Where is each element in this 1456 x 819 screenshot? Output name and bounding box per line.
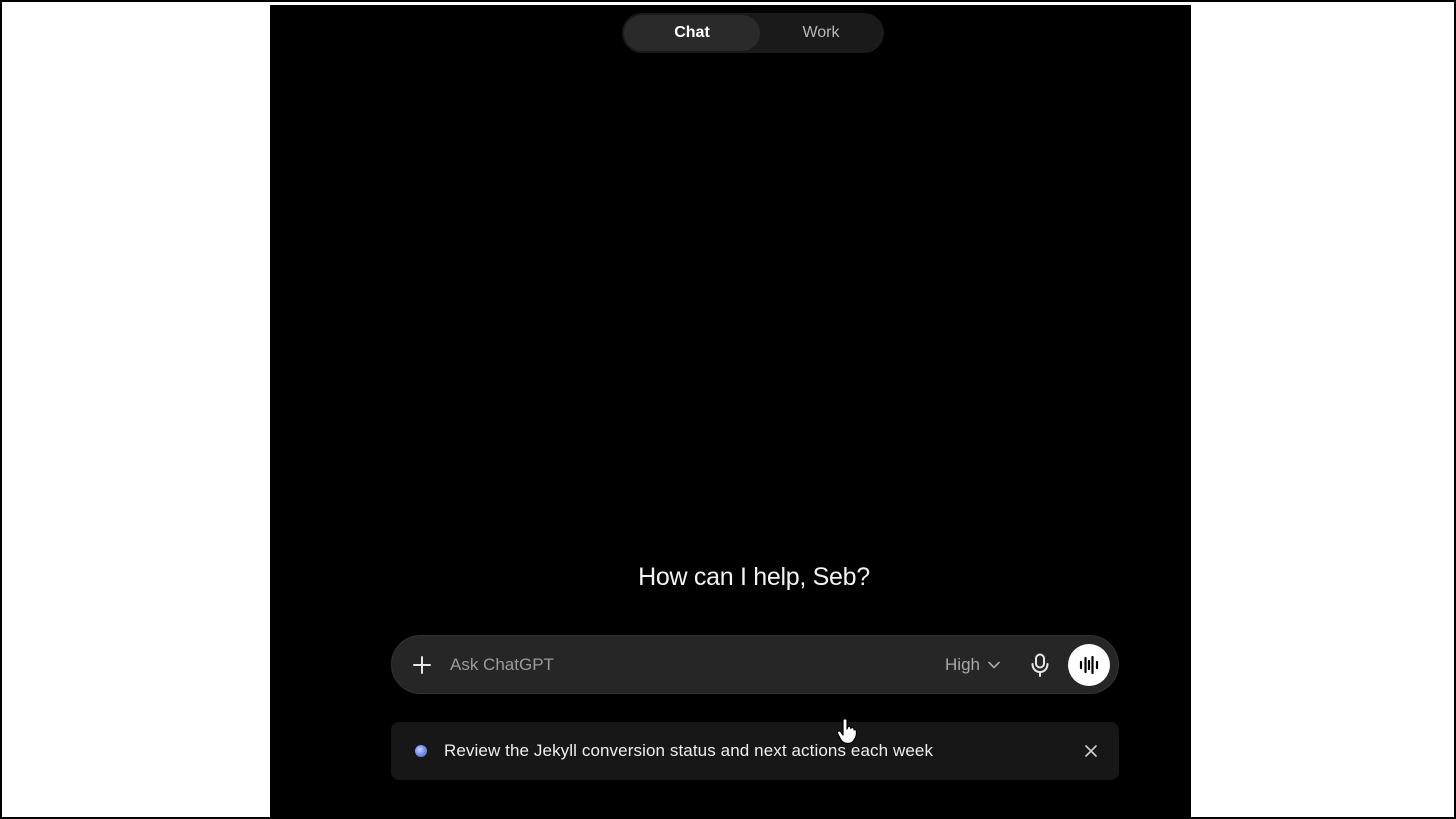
suggestion-orb-icon — [415, 745, 427, 757]
tab-chat[interactable]: Chat — [624, 15, 760, 51]
dismiss-suggestion-button[interactable] — [1079, 739, 1103, 763]
hand-cursor-icon — [836, 718, 858, 745]
tab-work[interactable]: Work — [760, 15, 882, 51]
plus-icon — [413, 655, 431, 674]
voice-mode-button[interactable] — [1068, 643, 1110, 686]
close-icon — [1085, 745, 1097, 757]
screen-frame: Chat Work How can I help, Seb? High — [0, 0, 1456, 819]
prompt-input[interactable] — [450, 644, 936, 685]
chat-app-window: Chat Work How can I help, Seb? High — [270, 5, 1191, 818]
microphone-icon — [1031, 653, 1049, 677]
greeting-heading: How can I help, Seb? — [638, 563, 870, 591]
suggestion-card: Review the Jekyll conversion status and … — [391, 722, 1119, 780]
suggestion-text[interactable]: Review the Jekyll conversion status and … — [444, 741, 933, 761]
reasoning-effort-select[interactable]: High — [935, 645, 1010, 685]
dictation-button[interactable] — [1020, 645, 1060, 685]
reasoning-effort-label: High — [945, 654, 980, 674]
voice-waveform-icon — [1079, 655, 1099, 674]
mode-switch: Chat Work — [622, 13, 884, 53]
add-attachment-button[interactable] — [402, 645, 442, 685]
composer: High — [391, 635, 1119, 694]
chevron-down-icon — [988, 661, 1000, 668]
